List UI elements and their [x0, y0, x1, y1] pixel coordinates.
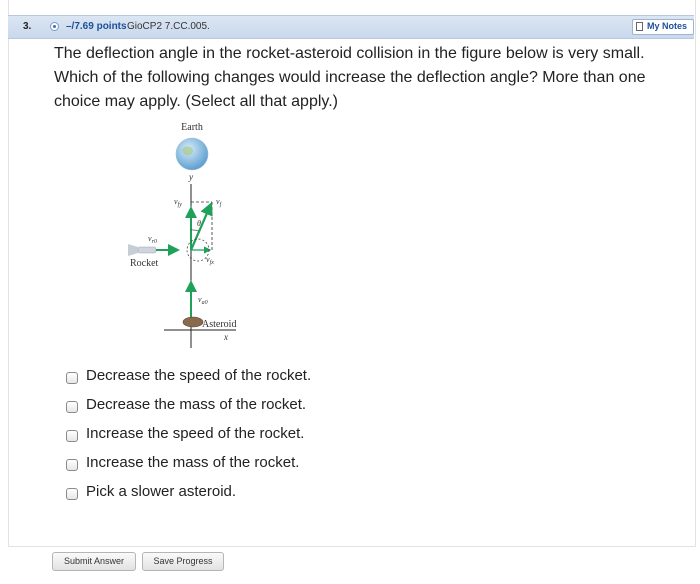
asteroid-icon [182, 316, 204, 328]
status-dot-icon [50, 22, 59, 31]
x-axis-label: x [223, 332, 228, 342]
question-header-bar: 3. –/7.69 points GioCP2 7.CC.005. My Not… [8, 15, 694, 39]
rocket-icon [137, 246, 157, 254]
notes-checkbox-icon [636, 22, 643, 31]
checkbox[interactable] [66, 430, 78, 442]
checkbox[interactable] [66, 488, 78, 500]
vf-vector [189, 201, 213, 251]
asteroid-label: Asteroid [202, 319, 236, 330]
choice-label[interactable]: Increase the mass of the rocket. [86, 454, 299, 471]
submit-answer-button[interactable]: Submit Answer [52, 552, 136, 571]
question-code: GioCP2 7.CC.005. [127, 21, 210, 32]
collision-figure: Earth y x θ vfy vf vfx vr0 Rocket va0 As… [128, 122, 236, 348]
vr0-label: vr0 [148, 234, 157, 245]
y-axis-label: y [188, 172, 193, 182]
vf-label: vf [216, 197, 223, 208]
my-notes-button[interactable]: My Notes [632, 19, 694, 35]
choice-label[interactable]: Pick a slower asteroid. [86, 483, 236, 500]
rocket-label: Rocket [130, 258, 159, 269]
choice-label[interactable]: Decrease the speed of the rocket. [86, 367, 311, 384]
earth-label: Earth [181, 122, 203, 133]
choice-label[interactable]: Decrease the mass of the rocket. [86, 396, 306, 413]
points-label: –/7.69 points [66, 21, 127, 32]
checkbox[interactable] [66, 459, 78, 471]
save-progress-button[interactable]: Save Progress [142, 552, 224, 571]
checkbox[interactable] [66, 401, 78, 413]
earth-icon [175, 137, 209, 171]
vfx-label: vfx [206, 255, 214, 266]
question-number: 3. [23, 21, 32, 32]
my-notes-label: My Notes [647, 21, 688, 31]
checkbox[interactable] [66, 372, 78, 384]
vfy-label: vfy [174, 197, 182, 208]
angle-label: θ [197, 219, 201, 228]
question-text: The deflection angle in the rocket-aster… [54, 45, 646, 110]
choice-label[interactable]: Increase the speed of the rocket. [86, 425, 304, 442]
va0-label: va0 [198, 295, 208, 306]
